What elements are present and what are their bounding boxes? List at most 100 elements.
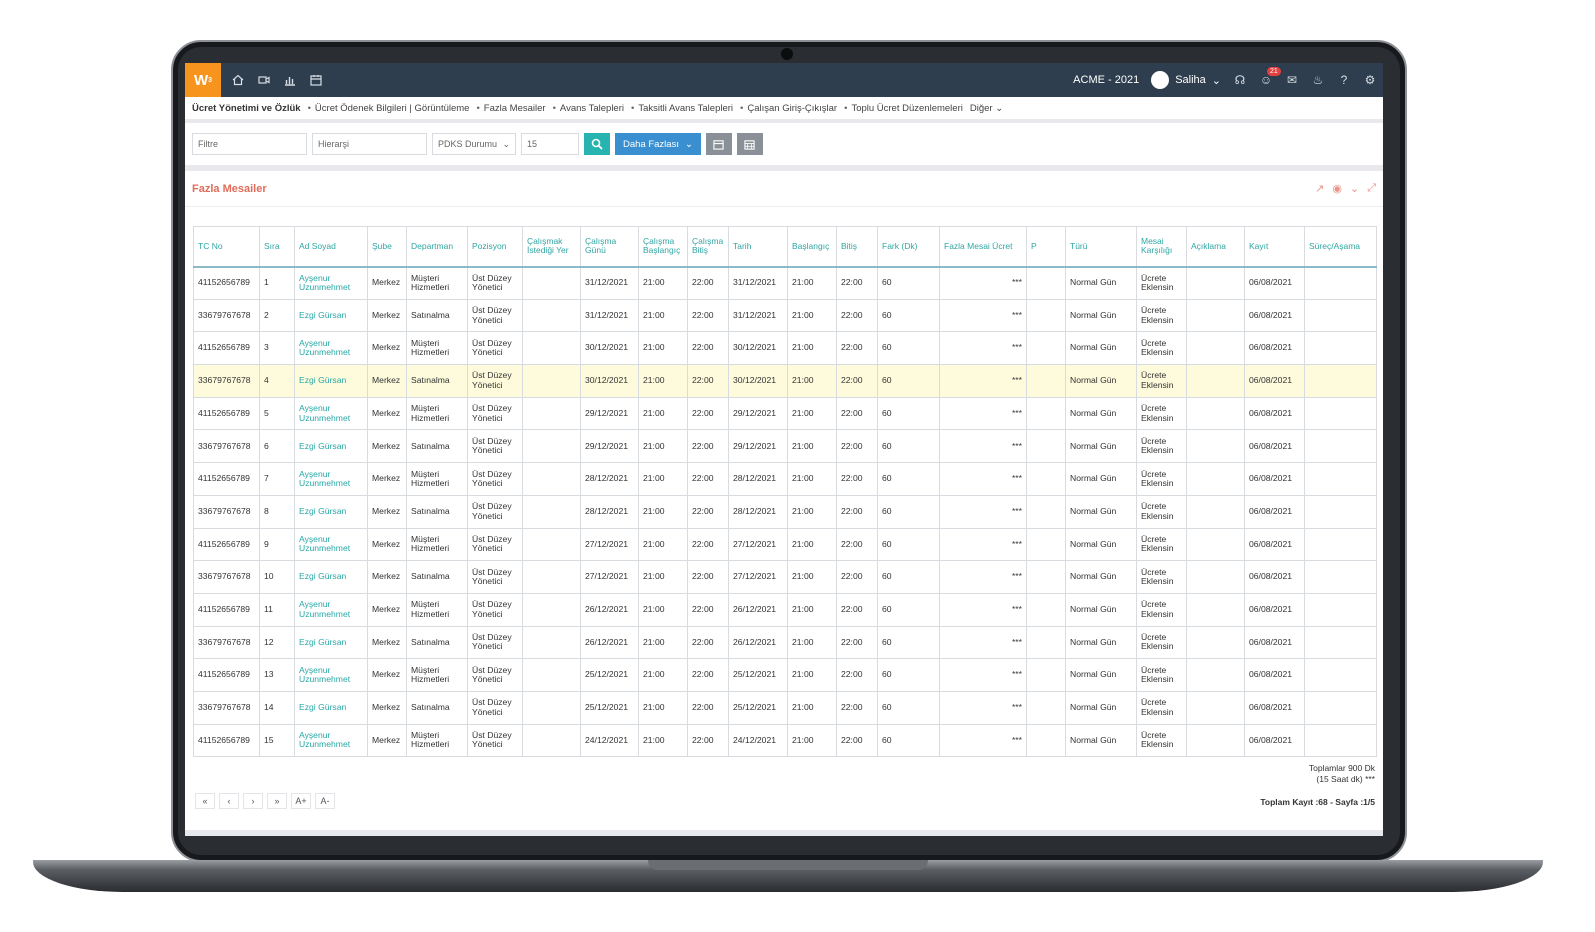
gear-icon[interactable]: ⚙ [1363, 73, 1377, 87]
table-row[interactable]: 33679767678 8 Ezgi Gürsan Merkez Satınalma Üs… [193, 495, 1377, 529]
column-header[interactable]: Açıklama [1186, 226, 1245, 268]
table-row[interactable]: 41152656789 7 Ayşenur Uzunmehmet Merkez Müşt… [193, 462, 1377, 496]
table-row[interactable]: 41152656789 11 Ayşenur Uzunmehmet Merkez Müş… [193, 593, 1377, 627]
chart-icon[interactable] [283, 73, 297, 87]
column-header[interactable]: Fark (Dk) [877, 226, 940, 268]
column-header[interactable]: Sıra [259, 226, 295, 268]
employee-link[interactable]: Ayşenur Uzunmehmet [294, 397, 368, 431]
employee-link[interactable]: Ezgi Gürsan [294, 560, 368, 594]
table-row[interactable]: 41152656789 13 Ayşenur Uzunmehmet Merkez Müş… [193, 658, 1377, 692]
search-button[interactable] [584, 133, 610, 155]
column-header[interactable]: Başlangıç [787, 226, 837, 268]
company-selector[interactable]: ACME - 2021 [1073, 74, 1139, 86]
column-header[interactable]: Çalışmak İstediği Yer [522, 226, 581, 268]
breadcrumb-item[interactable]: Taksitli Avans Talepleri [631, 103, 733, 114]
table-cell: 21:00 [787, 299, 837, 333]
column-header[interactable]: Pozisyon [467, 226, 523, 268]
table-row[interactable]: 33679767678 12 Ezgi Gürsan Merkez Satınalma Ü… [193, 626, 1377, 660]
breadcrumb-item[interactable]: Ücret Ödenek Bilgileri | Görüntüleme [308, 103, 470, 114]
table-cell: Satınalma [406, 691, 468, 725]
employee-link[interactable]: Ayşenur Uzunmehmet [294, 658, 368, 692]
expand-icon[interactable]: ⤢ [1367, 182, 1376, 195]
breadcrumb-item[interactable]: Toplu Ücret Düzenlemeleri [844, 103, 962, 114]
page-size-input[interactable]: 15 [521, 133, 579, 155]
table-row[interactable]: 33679767678 2 Ezgi Gürsan Merkez Satınalma Üs… [193, 299, 1377, 333]
column-header[interactable]: Mesai Karşılığı [1136, 226, 1187, 268]
more-button[interactable]: Daha Fazlası ⌄ [615, 133, 701, 155]
eye-icon[interactable]: ◉ [1332, 182, 1342, 195]
chat-icon[interactable]: ✉ [1285, 73, 1299, 87]
help-icon[interactable]: ? [1337, 73, 1351, 87]
employee-link[interactable]: Ayşenur Uzunmehmet [294, 528, 368, 562]
table-cell: 06/08/2021 [1244, 462, 1305, 496]
employee-link[interactable]: Ayşenur Uzunmehmet [294, 724, 368, 758]
export-icon[interactable]: ↗ [1315, 182, 1324, 195]
last-page-button[interactable]: » [267, 793, 287, 809]
font-increase-button[interactable]: A+ [291, 793, 311, 809]
video-icon[interactable] [257, 73, 271, 87]
column-header[interactable]: Türü [1065, 226, 1137, 268]
employee-link[interactable]: Ayşenur Uzunmehmet [294, 266, 368, 300]
calendar-range-button[interactable] [736, 133, 763, 155]
calendar-button[interactable] [705, 133, 732, 155]
table-row[interactable]: 41152656789 5 Ayşenur Uzunmehmet Merkez Müşt… [193, 397, 1377, 431]
first-page-button[interactable]: « [195, 793, 215, 809]
column-header[interactable]: Ad Soyad [294, 226, 368, 268]
column-header[interactable]: Departman [406, 226, 468, 268]
column-header[interactable]: Çalışma Başlangıç [638, 226, 688, 268]
pdks-select[interactable]: PDKS Durumu ⌄ [432, 133, 516, 155]
bell-icon[interactable]: ♨ [1311, 73, 1325, 87]
hierarchy-input[interactable]: Hierarşi [312, 133, 427, 155]
filter-input[interactable]: Filtre [192, 133, 307, 155]
employee-link[interactable]: Ezgi Gürsan [294, 495, 368, 529]
employee-link[interactable]: Ezgi Gürsan [294, 691, 368, 725]
home-icon[interactable] [231, 73, 245, 87]
column-header[interactable]: Tarih [728, 226, 788, 268]
calendar-icon[interactable] [309, 73, 323, 87]
table-cell: 41152656789 [193, 462, 260, 496]
headset-icon[interactable]: ☊ [1233, 73, 1247, 87]
employee-link[interactable]: Ayşenur Uzunmehmet [294, 462, 368, 496]
employee-link[interactable]: Ezgi Gürsan [294, 364, 368, 398]
column-header[interactable]: Kayıt [1244, 226, 1305, 268]
table-cell: 06/08/2021 [1244, 299, 1305, 333]
employee-link[interactable]: Ezgi Gürsan [294, 429, 368, 464]
table-row[interactable]: 41152656789 9 Ayşenur Uzunmehmet Merkez Müşt… [193, 528, 1377, 562]
table-row[interactable]: 33679767678 4 Ezgi Gürsan Merkez Satınalma Üs… [193, 364, 1377, 398]
emoji-icon[interactable]: ☺ 21 [1259, 67, 1281, 87]
employee-link[interactable]: Ayşenur Uzunmehmet [294, 593, 368, 627]
column-header[interactable]: P [1026, 226, 1066, 268]
table-row[interactable]: 41152656789 3 Ayşenur Uzunmehmet Merkez Müşt… [193, 331, 1377, 366]
table-cell: Ücrete Eklensin [1136, 658, 1187, 692]
table-row[interactable]: 41152656789 15 Ayşenur Uzunmehmet Merkez Müş… [193, 724, 1377, 758]
column-header[interactable]: Fazla Mesai Ücret [939, 226, 1027, 268]
table-row[interactable]: 33679767678 6 Ezgi Gürsan Merkez Satınalma Üs… [193, 429, 1377, 464]
breadcrumb-root[interactable]: Ücret Yönetimi ve Özlük [192, 103, 301, 114]
next-page-button[interactable]: › [243, 793, 263, 809]
employee-link[interactable]: Ezgi Gürsan [294, 626, 368, 660]
breadcrumb-more[interactable]: Diğer ⌄ [970, 103, 1003, 114]
employee-link[interactable]: Ezgi Gürsan [294, 299, 368, 333]
table-cell: 9 [259, 528, 295, 562]
table-cell: Ücrete Eklensin [1136, 691, 1187, 725]
font-decrease-button[interactable]: A- [315, 793, 335, 809]
breadcrumb-item[interactable]: Avans Talepleri [553, 103, 624, 114]
table-cell: Merkez [367, 495, 407, 529]
prev-page-button[interactable]: ‹ [219, 793, 239, 809]
column-header[interactable]: Şube [367, 226, 407, 268]
column-header[interactable]: TC No [193, 226, 260, 268]
column-header[interactable]: Çalışma Bitiş [687, 226, 729, 268]
employee-link[interactable]: Ayşenur Uzunmehmet [294, 331, 368, 366]
table-cell [1186, 658, 1245, 692]
user-menu[interactable]: Saliha ⌄ [1151, 71, 1221, 89]
table-row[interactable]: 33679767678 10 Ezgi Gürsan Merkez Satınalma Ü… [193, 560, 1377, 594]
table-row[interactable]: 33679767678 14 Ezgi Gürsan Merkez Satınalma Ü… [193, 691, 1377, 725]
app-logo[interactable]: W3 [185, 63, 221, 97]
table-row[interactable]: 41152656789 1 Ayşenur Uzunmehmet Merkez Müşt… [193, 266, 1377, 300]
chevron-down-icon[interactable]: ⌄ [1350, 182, 1359, 195]
column-header[interactable]: Süreç/Aşama [1304, 226, 1377, 268]
breadcrumb-item[interactable]: Fazla Mesailer [476, 103, 546, 114]
breadcrumb-item[interactable]: Çalışan Giriş-Çıkışlar [740, 103, 837, 114]
column-header[interactable]: Çalışma Günü [580, 226, 639, 268]
column-header[interactable]: Bitiş [836, 226, 878, 268]
